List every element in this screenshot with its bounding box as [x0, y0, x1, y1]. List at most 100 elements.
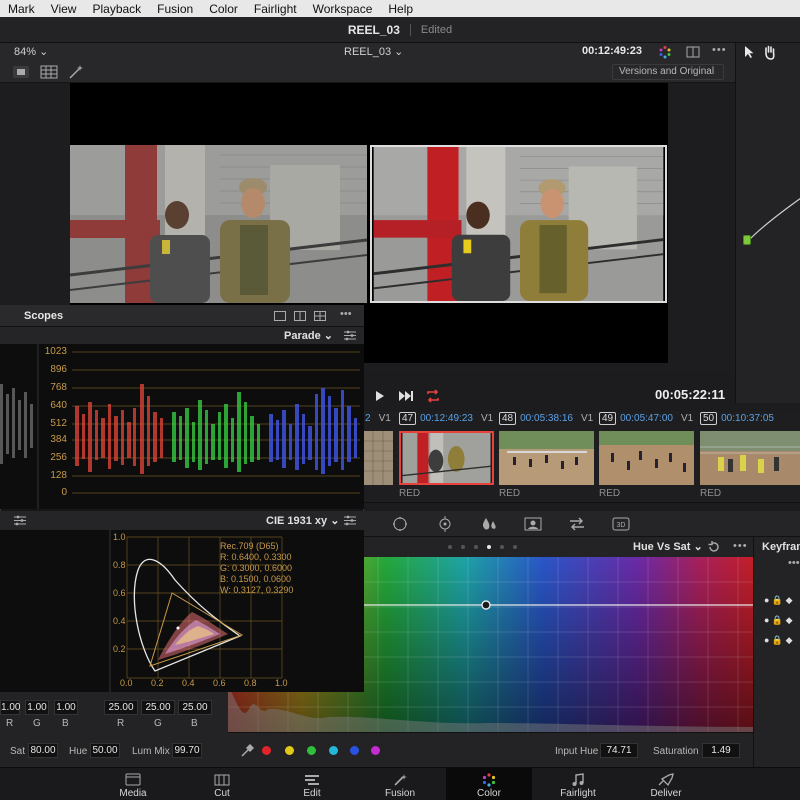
- page-deliver[interactable]: Deliver: [622, 768, 710, 800]
- page-cut[interactable]: Cut: [178, 768, 266, 800]
- clip-thumbnail-50[interactable]: [700, 431, 800, 485]
- keyframe-row-controls[interactable]: ● 🔒 ◆: [764, 635, 793, 646]
- thumbnail-48-image: [499, 431, 594, 485]
- layout-icon[interactable]: [686, 45, 700, 59]
- cie-y-tick: 0.8: [113, 560, 126, 570]
- more-options-icon[interactable]: •••: [712, 44, 727, 56]
- scope-type-dropdown[interactable]: Parade ⌄: [284, 329, 333, 342]
- keyframes-panel: Keyfram ••• ● 🔒 ◆ ● 🔒 ◆ ● 🔒 ◆: [753, 537, 800, 767]
- window-tool-icon[interactable]: [390, 516, 410, 532]
- transport-controls: 00:05:22:11: [365, 383, 735, 409]
- more-options-icon[interactable]: •••: [788, 557, 800, 569]
- clip-thumbnail-48[interactable]: [499, 431, 594, 485]
- menu-help[interactable]: Help: [380, 2, 421, 16]
- curve-mode-dropdown[interactable]: Hue Vs Sat ⌄: [633, 540, 703, 553]
- keyframe-row-controls[interactable]: ● 🔒 ◆: [764, 595, 793, 606]
- gain-g-field[interactable]: 25.00: [141, 700, 175, 715]
- transport-timecode: 00:05:22:11: [655, 387, 726, 402]
- dual-scope-icon[interactable]: [294, 311, 306, 321]
- pointer-icon[interactable]: [742, 45, 756, 59]
- hue-field[interactable]: 50.00: [90, 743, 120, 758]
- page-label: Fairlight: [560, 788, 596, 799]
- gain-r-field[interactable]: 25.00: [104, 700, 138, 715]
- page-fairlight[interactable]: Fairlight: [534, 768, 622, 800]
- magic-wand-icon[interactable]: [68, 64, 84, 80]
- clip-chip-47[interactable]: 47 00:12:49:23 V1: [399, 412, 493, 426]
- page-media[interactable]: Media: [90, 768, 176, 800]
- clip-thumbnail-prev[interactable]: [363, 431, 393, 485]
- loop-icon[interactable]: [425, 388, 441, 404]
- clip-thumbnail-49[interactable]: [599, 431, 694, 485]
- swatch-magenta[interactable]: [371, 746, 380, 755]
- lift-b-field[interactable]: 1.00: [54, 700, 78, 715]
- edit-page-icon: [305, 775, 319, 785]
- scope-settings-icon[interactable]: [344, 515, 356, 526]
- cie-type-dropdown[interactable]: CIE 1931 xy ⌄: [266, 514, 339, 527]
- clip-chip-48[interactable]: 48 00:05:38:16 V1: [499, 412, 593, 426]
- page-edit[interactable]: Edit: [268, 768, 356, 800]
- compare-mode-dropdown[interactable]: Versions and Original ⌄: [612, 64, 724, 91]
- clip-chip-49[interactable]: 49 00:05:47:00 V1: [599, 412, 693, 426]
- play-icon[interactable]: [375, 390, 385, 402]
- eyedropper-icon[interactable]: [240, 744, 254, 758]
- scope-settings-icon[interactable]: [14, 515, 26, 526]
- page-label: Color: [477, 788, 501, 799]
- scope-settings-icon[interactable]: [344, 330, 356, 341]
- single-scope-icon[interactable]: [274, 311, 286, 321]
- menu-view[interactable]: View: [43, 2, 85, 16]
- menu-color[interactable]: Color: [201, 2, 246, 16]
- zoom-dropdown[interactable]: 84% ⌄: [14, 45, 48, 58]
- clip-name-dropdown[interactable]: REEL_03 ⌄: [344, 45, 403, 58]
- clip-thumbnail-47[interactable]: [399, 431, 494, 485]
- menu-playback[interactable]: Playback: [84, 2, 149, 16]
- skip-forward-icon[interactable]: [398, 390, 414, 402]
- sat-field[interactable]: 80.00: [28, 743, 58, 758]
- keyframe-row-controls[interactable]: ● 🔒 ◆: [764, 615, 793, 626]
- menu-bar: Mark View Playback Fusion Color Fairligh…: [0, 0, 800, 17]
- clip-number: 47: [399, 412, 417, 425]
- input-hue-field[interactable]: 74.71: [600, 743, 638, 758]
- key-icon[interactable]: [523, 516, 543, 532]
- gain-b-field[interactable]: 25.00: [178, 700, 212, 715]
- swatch-blue[interactable]: [350, 746, 359, 755]
- menu-mark[interactable]: Mark: [0, 2, 43, 16]
- gallery-grid-icon[interactable]: [40, 65, 58, 79]
- page-fusion[interactable]: Fusion: [356, 768, 444, 800]
- blur-icon[interactable]: [479, 516, 499, 532]
- clip-timecode: 00:12:49:23: [420, 413, 473, 424]
- menu-fusion[interactable]: Fusion: [149, 2, 201, 16]
- single-viewer-icon[interactable]: [12, 65, 30, 79]
- color-palette-icon[interactable]: [658, 45, 672, 59]
- quad-scope-icon[interactable]: [314, 311, 326, 321]
- lum-mix-label: Lum Mix: [132, 746, 170, 757]
- swatch-red[interactable]: [262, 746, 271, 755]
- more-options-icon[interactable]: •••: [340, 308, 352, 320]
- 3d-icon[interactable]: 3D: [611, 516, 631, 532]
- svg-text:3D: 3D: [617, 522, 626, 529]
- page-color[interactable]: Color: [446, 768, 532, 800]
- hand-icon[interactable]: [762, 44, 778, 60]
- more-options-icon[interactable]: •••: [733, 540, 748, 552]
- swatch-green[interactable]: [307, 746, 316, 755]
- swatch-cyan[interactable]: [329, 746, 338, 755]
- page-dots[interactable]: [447, 544, 517, 550]
- thumbnail-47-image: [402, 433, 491, 483]
- lum-mix-field[interactable]: 99.70: [172, 743, 202, 758]
- page-label: Edit: [303, 788, 321, 799]
- menu-workspace[interactable]: Workspace: [305, 2, 381, 16]
- menu-fairlight[interactable]: Fairlight: [246, 2, 305, 16]
- lift-r-field[interactable]: 1.00: [0, 700, 20, 715]
- swatch-yellow[interactable]: [285, 746, 294, 755]
- cie-header: CIE 1931 xy ⌄: [0, 511, 364, 530]
- scene-original-image: [70, 145, 367, 303]
- tracker-icon[interactable]: [435, 516, 455, 532]
- original-frame[interactable]: [70, 145, 367, 303]
- node-input-handle[interactable]: [743, 235, 751, 245]
- clip-chip-50[interactable]: 50 00:10:37:05: [700, 412, 774, 426]
- graded-version-frame[interactable]: [370, 145, 667, 303]
- reset-icon[interactable]: [707, 540, 721, 554]
- saturation-field[interactable]: 1.49: [702, 743, 740, 758]
- lift-g-field[interactable]: 1.00: [25, 700, 49, 715]
- parade-scope: 1023 896 768 640 512 384 256 128 0: [0, 344, 364, 509]
- sizing-icon[interactable]: [567, 516, 587, 532]
